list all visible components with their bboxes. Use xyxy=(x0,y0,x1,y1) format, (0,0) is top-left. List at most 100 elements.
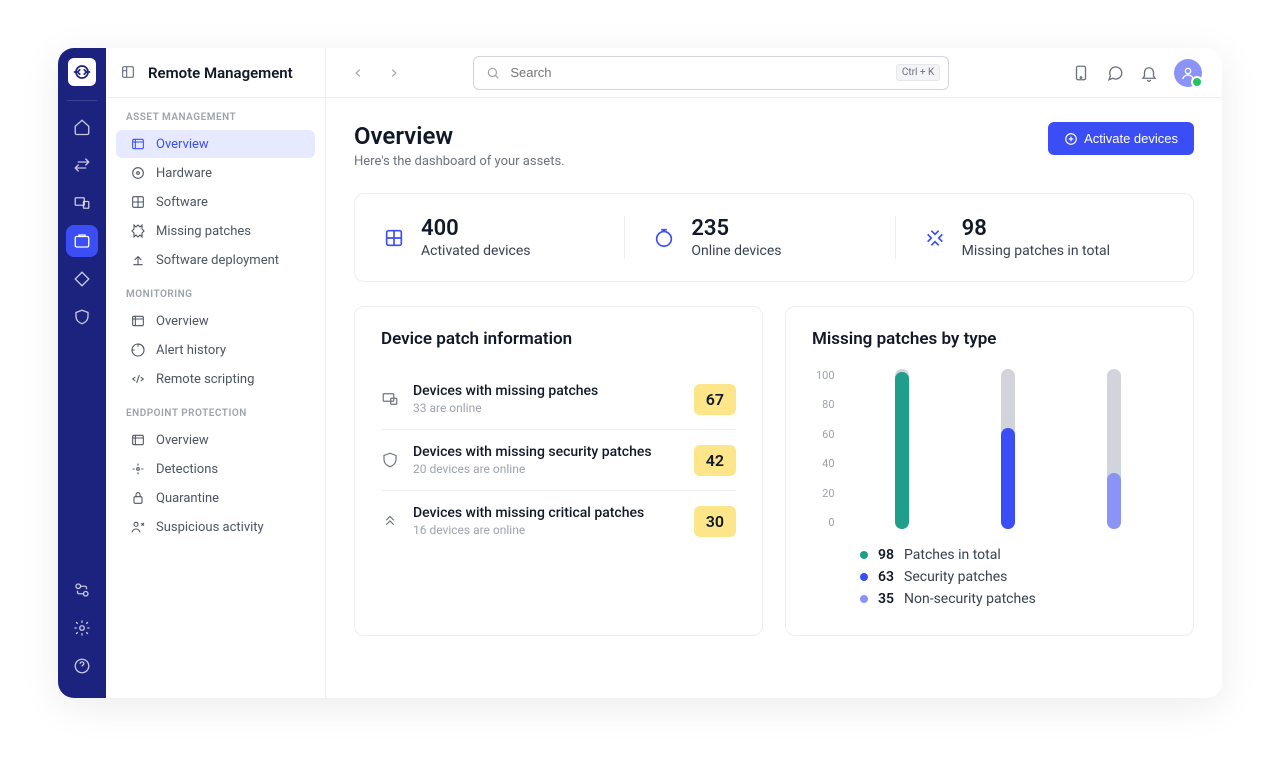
patch-row-sub: 33 are online xyxy=(413,401,680,415)
stat-value: 400 xyxy=(421,216,531,241)
y-tick: 80 xyxy=(816,398,835,411)
rail-tag-icon[interactable] xyxy=(66,263,98,295)
y-tick: 60 xyxy=(816,428,835,441)
bar-patches-in-total xyxy=(895,369,909,529)
sidebar-item-label: Software deployment xyxy=(156,253,279,268)
page-title: Overview xyxy=(354,122,565,150)
sidebar-group-label: ENDPOINT PROTECTION xyxy=(106,394,325,425)
activate-devices-button[interactable]: Activate devices xyxy=(1048,122,1194,155)
sidebar-item-hardware[interactable]: Hardware xyxy=(116,159,315,187)
patch-count-badge: 67 xyxy=(694,384,736,415)
activate-devices-label: Activate devices xyxy=(1084,131,1178,146)
stat-value: 98 xyxy=(962,216,1110,241)
sidebar-item-missing-patches[interactable]: Missing patches xyxy=(116,217,315,245)
legend-value: 63 xyxy=(878,569,894,585)
sidebar-item-icon xyxy=(130,252,146,268)
sidebar-item-detections[interactable]: Detections xyxy=(116,455,315,483)
chart-bars xyxy=(849,369,1167,529)
app-window: Remote Management ASSET MANAGEMENT Overvi… xyxy=(58,48,1222,698)
legend-dot xyxy=(860,595,868,603)
workspace-header: Remote Management xyxy=(106,48,325,98)
sidebar-item-icon xyxy=(130,165,146,181)
y-tick: 20 xyxy=(816,487,835,500)
plus-circle-icon xyxy=(1064,132,1078,146)
legend-value: 35 xyxy=(878,591,894,607)
workspace-icon xyxy=(120,64,138,82)
rail-integrations-icon[interactable] xyxy=(66,574,98,606)
sidebar-item-icon xyxy=(130,223,146,239)
sidebar-item-alert-history[interactable]: Alert history xyxy=(116,336,315,364)
rail-devices-icon[interactable] xyxy=(66,187,98,219)
patch-row-title: Devices with missing patches xyxy=(413,383,680,399)
sidebar-item-icon xyxy=(130,519,146,535)
user-avatar[interactable] xyxy=(1174,59,1202,87)
sidebar-item-label: Suspicious activity xyxy=(156,520,264,535)
sidebar-item-suspicious-activity[interactable]: Suspicious activity xyxy=(116,513,315,541)
stat-value: 235 xyxy=(691,216,781,241)
chat-icon[interactable] xyxy=(1106,64,1124,82)
sidebar-item-software-deployment[interactable]: Software deployment xyxy=(116,246,315,274)
stat-label: Activated devices xyxy=(421,243,531,259)
sidebar-item-label: Overview xyxy=(156,433,209,448)
sidebar-group-label: ASSET MANAGEMENT xyxy=(106,98,325,129)
chart-title: Missing patches by type xyxy=(812,329,1167,349)
app-logo xyxy=(68,58,96,86)
changelog-icon[interactable] xyxy=(1072,64,1090,82)
stat-missing-patches-in-total: 98 Missing patches in total xyxy=(895,216,1165,259)
sidebar-item-label: Detections xyxy=(156,462,218,477)
rail-management-icon[interactable] xyxy=(66,225,98,257)
sidebar-item-label: Software xyxy=(156,195,208,210)
y-axis: 100806040200 xyxy=(812,369,839,529)
top-header: Ctrl + K xyxy=(326,48,1222,98)
sidebar-item-label: Overview xyxy=(156,137,209,152)
sidebar-item-icon xyxy=(130,371,146,387)
sidebar-item-remote-scripting[interactable]: Remote scripting xyxy=(116,365,315,393)
legend-label: Non-security patches xyxy=(904,591,1036,607)
rail-home-icon[interactable] xyxy=(66,111,98,143)
missing-patches-chart-card: Missing patches by type 100806040200 98P… xyxy=(785,306,1194,636)
sidebar-item-icon xyxy=(130,136,146,152)
legend-value: 98 xyxy=(878,547,894,563)
rail-shield-icon[interactable] xyxy=(66,301,98,333)
rail-help-icon[interactable] xyxy=(66,650,98,682)
patch-row-title: Devices with missing security patches xyxy=(413,444,680,460)
patch-row: Devices with missing patches 33 are onlin… xyxy=(381,369,736,430)
sidebar-group-label: MONITORING xyxy=(106,275,325,306)
legend-row: 63Security patches xyxy=(812,569,1167,585)
search-input[interactable] xyxy=(510,65,885,80)
stat-label: Missing patches in total xyxy=(962,243,1110,259)
sidebar-item-overview[interactable]: Overview xyxy=(116,426,315,454)
nav-forward-button[interactable] xyxy=(382,61,406,85)
legend-row: 98 Patches in total xyxy=(812,547,1167,563)
stat-activated-devices: 400 Activated devices xyxy=(383,216,624,259)
sidebar-item-label: Alert history xyxy=(156,343,226,358)
sidebar-item-software[interactable]: Software xyxy=(116,188,315,216)
rail-settings-icon[interactable] xyxy=(66,612,98,644)
sidebar-item-icon xyxy=(130,194,146,210)
y-tick: 100 xyxy=(816,369,835,382)
sidebar-item-label: Overview xyxy=(156,314,209,329)
sidebar-item-overview[interactable]: Overview xyxy=(116,130,315,158)
page-subtitle: Here's the dashboard of your assets. xyxy=(354,154,565,169)
sidebar-item-overview[interactable]: Overview xyxy=(116,307,315,335)
stat-icon xyxy=(924,227,946,249)
y-tick: 40 xyxy=(816,457,835,470)
bell-icon[interactable] xyxy=(1140,64,1158,82)
stat-online-devices: 235Online devices xyxy=(624,216,894,259)
sidebar-item-icon xyxy=(130,342,146,358)
legend-label: Patches in total xyxy=(904,547,1001,563)
sidebar-item-icon xyxy=(130,490,146,506)
sidebar-item-label: Hardware xyxy=(156,166,212,181)
stat-icon xyxy=(383,227,405,249)
sidebar-item-quarantine[interactable]: Quarantine xyxy=(116,484,315,512)
nav-back-button[interactable] xyxy=(346,61,370,85)
sidebar: Remote Management ASSET MANAGEMENT Overvi… xyxy=(106,48,326,698)
search-box[interactable]: Ctrl + K xyxy=(473,56,949,90)
sidebar-item-label: Missing patches xyxy=(156,224,251,239)
legend-dot xyxy=(860,573,868,581)
sidebar-item-label: Remote scripting xyxy=(156,372,254,387)
sidebar-item-label: Quarantine xyxy=(156,491,219,506)
rail-transfer-icon[interactable] xyxy=(66,149,98,181)
patch-count-badge: 42 xyxy=(694,445,736,476)
patch-card-title: Device patch information xyxy=(381,329,736,349)
